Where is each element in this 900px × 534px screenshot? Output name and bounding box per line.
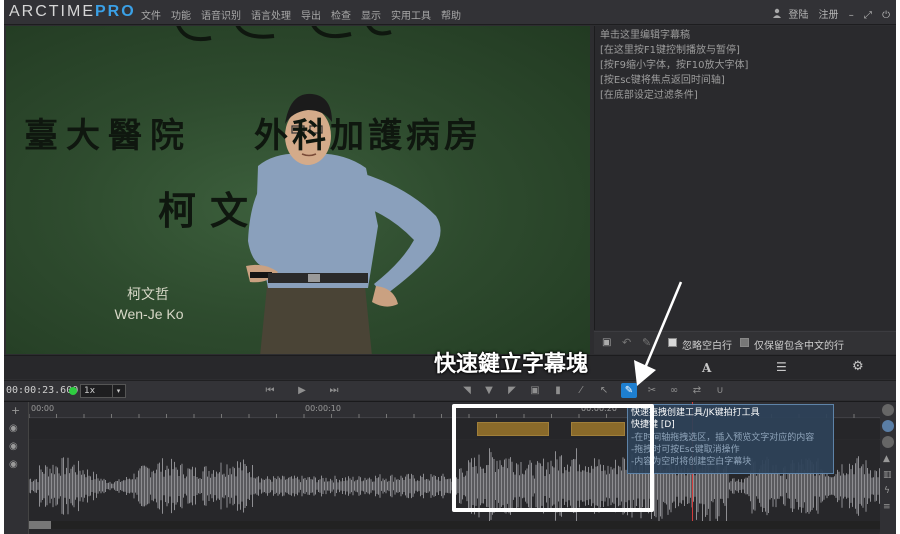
next-icon[interactable]: ⏭ — [326, 383, 342, 398]
subtitle-hint-line: [按F9缩小字体，按F10放大字体] — [600, 60, 749, 71]
bookmark-icon[interactable]: ▮ — [550, 383, 566, 398]
power-icon[interactable]: ⏻ — [882, 10, 890, 21]
app-logo: ARCTIMEPRO — [9, 3, 136, 20]
arctime-window: ARCTIMEPRO 文件 功能 语音识别 语言处理 导出 检查 显示 实用工具 帮助 登陆 注… — [4, 0, 896, 534]
account-controls: 登陆 注册 – ⤢ ⏻ — [765, 6, 890, 21]
tooltip-title: 快速拖拽创建工具/JK键拍打工具 — [631, 408, 760, 418]
tooltip-detail: -内容为空时将创建空白字幕块 — [631, 457, 752, 468]
subtitle-hint-line: 单击这里编辑字幕稿 — [600, 30, 690, 41]
main-menu: 文件 功能 语音识别 语言处理 导出 检查 显示 实用工具 帮助 — [141, 7, 471, 22]
slide-text-line3: 柯文 — [158, 188, 263, 233]
filter-bar: ▣ ↶ ✎ 忽略空白行 仅保留包含中文的行 — [594, 331, 896, 354]
swap-icon[interactable]: ⇄ — [689, 383, 705, 398]
zoom-knob-icon[interactable] — [882, 436, 894, 448]
login-link[interactable]: 登陆 — [788, 10, 808, 21]
annotation-caption: 快速鍵立字幕塊 — [434, 352, 589, 377]
list-icon[interactable]: ≡ — [883, 502, 891, 512]
zoom-knob-icon[interactable] — [882, 404, 894, 416]
track-controls: + ◉ ◉ ◉ — [4, 402, 28, 534]
skip-blank-label: 忽略空白行 — [682, 341, 732, 352]
list-tab-icon[interactable]: ☰ — [776, 360, 787, 374]
subtitle-hint-line: [在这里按F1键控制播放与暂停] — [600, 45, 740, 56]
cursor-icon[interactable]: ↖ — [596, 383, 612, 398]
subtitle-script-editor[interactable]: 单击这里编辑字幕稿 [在这里按F1键控制播放与暂停] [按F9缩小字体，按F10… — [594, 26, 896, 330]
tooltip-shortcut: 快捷键 [D] — [631, 420, 675, 431]
highlight-box — [452, 404, 654, 512]
align-right-icon[interactable]: ◤ — [504, 383, 520, 398]
slide-text-line2: 外科加護病房 — [254, 116, 482, 156]
timeline-side-tools: ▲ ▥ ϟ ≡ — [880, 402, 896, 534]
bar-chart-icon[interactable]: ▥ — [883, 470, 892, 480]
magnet-icon[interactable]: ∪ — [712, 383, 728, 398]
maximize-icon[interactable]: ⤢ — [864, 10, 872, 21]
save-icon[interactable]: ▣ — [602, 337, 611, 348]
timecode-display: 00:00:23.600 — [6, 385, 79, 396]
previous-icon[interactable]: ⏮ — [262, 383, 278, 398]
menu-check[interactable]: 检查 — [331, 11, 351, 22]
magic-wand-icon[interactable]: ⁄ — [573, 383, 589, 398]
waveform-icon[interactable]: ▲ — [883, 454, 890, 464]
playback-speed-select[interactable]: 1x ▾ — [80, 384, 126, 398]
camera-icon[interactable]: ▣ — [527, 383, 543, 398]
visibility-eye-icon[interactable]: ◉ — [9, 459, 18, 470]
chinese-only-checkbox[interactable] — [740, 338, 749, 347]
video-caption-english: Wen-Je Ko — [114, 306, 184, 322]
menu-bar: ARCTIMEPRO 文件 功能 语音识别 语言处理 导出 检查 显示 实用工具 帮助 登陆 注… — [4, 0, 896, 25]
tooltip-detail: -拖拽时可按Esc键取消操作 — [631, 444, 740, 455]
align-left-icon[interactable]: ◥ — [459, 383, 475, 398]
add-track-icon[interactable]: + — [11, 404, 20, 417]
timeline-toolbar: 00:00:23.600 1x ▾ ⏮ ▶ ⏭ ◥ ▼ ◤ ▣ ▮ ⁄ ↖ ✎ ✂… — [4, 380, 896, 400]
visibility-eye-icon[interactable]: ◉ — [9, 441, 18, 452]
subtitle-hint-line: [按Esc键将焦点返回时间轴] — [600, 75, 725, 86]
video-caption-chinese: 柯文哲 — [127, 287, 169, 303]
menu-function[interactable]: 功能 — [171, 11, 191, 22]
link-icon[interactable]: ∞ — [666, 383, 682, 398]
zoom-knob-icon[interactable] — [882, 420, 894, 432]
status-indicator-icon — [69, 387, 77, 395]
chinese-only-label: 仅保留包含中文的行 — [754, 341, 844, 352]
visibility-eye-icon[interactable]: ◉ — [9, 423, 18, 434]
tool-tooltip: 快速拖拽创建工具/JK键拍打工具 快捷键 [D] -在时间轴拖拽选区，插入预览文… — [627, 404, 834, 474]
arrow-down-icon[interactable]: ▼ — [481, 383, 497, 398]
menu-file[interactable]: 文件 — [141, 11, 161, 22]
menu-display[interactable]: 显示 — [361, 11, 381, 22]
play-icon[interactable]: ▶ — [294, 383, 310, 398]
menu-export[interactable]: 导出 — [301, 11, 321, 22]
skip-blank-checkbox[interactable] — [668, 338, 677, 347]
lightning-icon[interactable]: ϟ — [884, 486, 890, 496]
scissors-icon[interactable]: ✂ — [644, 383, 660, 398]
text-style-tab-icon[interactable]: A — [702, 361, 711, 375]
menu-help[interactable]: 帮助 — [441, 11, 461, 22]
user-icon — [772, 8, 785, 21]
quick-create-tool-icon[interactable]: ✎ — [621, 383, 637, 398]
menu-speech-recognition[interactable]: 语音识别 — [201, 11, 241, 22]
menu-language-processing[interactable]: 语言处理 — [251, 11, 291, 22]
tooltip-detail: -在时间轴拖拽选区，插入预览文字对应的内容 — [631, 432, 815, 443]
edit-icon[interactable]: ✎ — [642, 336, 651, 349]
horizontal-scrollbar[interactable] — [29, 521, 880, 529]
video-preview[interactable]: 臺大醫院 外科加護病房 柯文 柯文哲 Wen-Je Ko — [6, 26, 590, 354]
undo-icon[interactable]: ↶ — [622, 336, 631, 349]
minimize-icon[interactable]: – — [849, 10, 854, 21]
menu-tools[interactable]: 实用工具 — [391, 11, 431, 22]
settings-tab-icon[interactable]: ⚙ — [852, 359, 864, 374]
slide-text-line1: 臺大醫院 — [24, 116, 192, 156]
subtitle-hint-line: [在底部设定过滤条件] — [600, 90, 698, 101]
video-frame — [176, 26, 441, 354]
register-link[interactable]: 注册 — [819, 10, 839, 21]
